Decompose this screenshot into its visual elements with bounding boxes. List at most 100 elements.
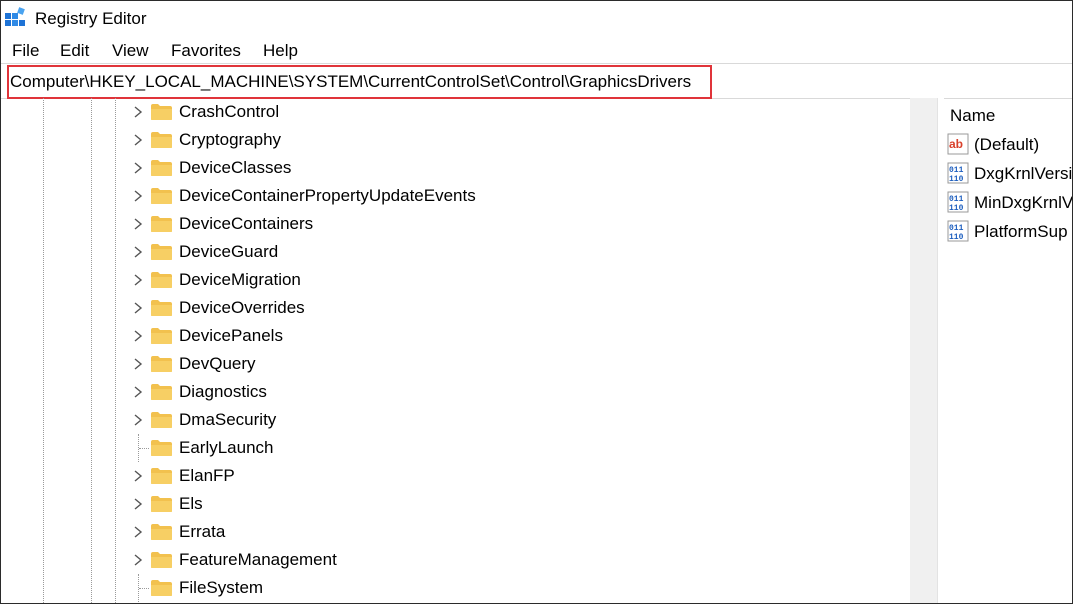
chevron-right-icon[interactable]	[132, 413, 144, 427]
folder-icon	[151, 300, 172, 316]
tree-item-label: Errata	[179, 522, 226, 541]
tree-connector-line	[139, 588, 149, 589]
tree-item[interactable]: DeviceContainers	[1, 210, 911, 238]
tree-item[interactable]: Cryptography	[1, 126, 911, 154]
tree-item-label: DeviceOverrides	[179, 298, 305, 317]
value-row[interactable]: 011 110 PlatformSup	[947, 217, 1072, 245]
folder-icon	[151, 496, 172, 512]
menu-favorites[interactable]: Favorites	[171, 41, 241, 61]
chevron-right-icon[interactable]	[132, 469, 144, 483]
tree-item[interactable]: DmaSecurity	[1, 406, 911, 434]
registry-editor-icon	[5, 7, 25, 26]
chevron-right-icon[interactable]	[132, 357, 144, 371]
folder-icon	[151, 272, 172, 288]
tree-item-label: Diagnostics	[179, 382, 267, 401]
column-header-name[interactable]: Name	[950, 106, 995, 126]
tree-item[interactable]: DevQuery	[1, 350, 911, 378]
folder-icon	[151, 524, 172, 540]
registry-editor-window: Registry Editor File Edit View Favorites…	[0, 0, 1073, 604]
svg-text:ab: ab	[949, 137, 963, 151]
folder-icon	[151, 412, 172, 428]
folder-icon	[151, 552, 172, 568]
tree-scrollbar[interactable]	[910, 98, 937, 603]
chevron-right-icon[interactable]	[132, 217, 144, 231]
menu-bar: File Edit View Favorites Help	[1, 39, 1072, 63]
title-bar[interactable]: Registry Editor	[1, 1, 1072, 37]
tree-item[interactable]: DeviceMigration	[1, 266, 911, 294]
svg-text:011: 011	[949, 166, 964, 175]
tree-item[interactable]: DeviceGuard	[1, 238, 911, 266]
value-name: DxgKrnlVersi	[974, 164, 1072, 183]
tree-item-label: DeviceContainerPropertyUpdateEvents	[179, 186, 476, 205]
chevron-right-icon[interactable]	[132, 133, 144, 147]
tree-item-label: FeatureManagement	[179, 550, 337, 569]
tree-item-label: DmaSecurity	[179, 410, 277, 429]
tree-item[interactable]: FileSystem	[1, 574, 911, 602]
folder-icon	[151, 244, 172, 260]
folder-icon	[151, 104, 172, 120]
svg-text:110: 110	[949, 204, 964, 213]
chevron-right-icon[interactable]	[132, 329, 144, 343]
tree-item-label: EarlyLaunch	[179, 438, 274, 457]
chevron-right-icon[interactable]	[132, 105, 144, 119]
folder-icon	[151, 580, 172, 596]
tree-item[interactable]: DeviceClasses	[1, 154, 911, 182]
tree-item-label: ElanFP	[179, 466, 235, 485]
svg-text:011: 011	[949, 195, 964, 204]
tree-item[interactable]: DeviceContainerPropertyUpdateEvents	[1, 182, 911, 210]
tree-item[interactable]: DeviceOverrides	[1, 294, 911, 322]
binary-value-icon: 011110	[947, 162, 969, 184]
chevron-right-icon[interactable]	[132, 273, 144, 287]
tree-item-label: DeviceGuard	[179, 242, 279, 261]
value-row[interactable]: ab (Default)	[947, 130, 1072, 158]
folder-icon	[151, 468, 172, 484]
tree-item[interactable]: Errata	[1, 518, 911, 546]
address-highlight-box	[7, 65, 712, 99]
svg-text:110: 110	[949, 233, 964, 242]
value-name: PlatformSup	[974, 222, 1068, 241]
folder-icon	[151, 356, 172, 372]
key-tree[interactable]: CrashControl Cryptography DeviceClasses Dev…	[1, 98, 937, 603]
chevron-right-icon[interactable]	[132, 301, 144, 315]
chevron-right-icon[interactable]	[132, 525, 144, 539]
folder-icon	[151, 188, 172, 204]
tree-item[interactable]: Els	[1, 490, 911, 518]
tree-item[interactable]: Diagnostics	[1, 378, 911, 406]
value-row[interactable]: 011 110 MinDxgKrnlV	[947, 188, 1072, 216]
menu-edit[interactable]: Edit	[60, 41, 89, 61]
tree-item-label: CrashControl	[179, 102, 280, 121]
menu-view[interactable]: View	[112, 41, 149, 61]
tree-item[interactable]: CrashControl	[1, 98, 911, 126]
chevron-right-icon[interactable]	[132, 245, 144, 259]
binary-value-icon: 011110	[947, 191, 969, 213]
menu-file[interactable]: File	[12, 41, 39, 61]
folder-icon	[151, 440, 172, 456]
tree-item[interactable]: ElanFP	[1, 462, 911, 490]
folder-icon	[151, 216, 172, 232]
folder-icon	[151, 160, 172, 176]
chevron-right-icon[interactable]	[132, 385, 144, 399]
chevron-right-icon[interactable]	[132, 161, 144, 175]
value-name: MinDxgKrnlV	[974, 193, 1072, 212]
tree-item-label: Els	[179, 494, 203, 513]
tree-item[interactable]: FeatureManagement	[1, 546, 911, 574]
tree-item-label: Cryptography	[179, 130, 282, 149]
menu-help[interactable]: Help	[263, 41, 298, 61]
chevron-right-icon[interactable]	[132, 189, 144, 203]
string-value-icon: ab	[947, 133, 969, 155]
tree-item[interactable]: EarlyLaunch	[1, 434, 911, 462]
tree-item-label: DeviceMigration	[179, 270, 301, 289]
chevron-right-icon[interactable]	[132, 497, 144, 511]
folder-icon	[151, 132, 172, 148]
tree-item-label: DevicePanels	[179, 326, 283, 345]
values-pane: Name ab (Default) 011 110 DxgKrnlVersi 011 110…	[943, 98, 1072, 603]
tree-item-label: DeviceContainers	[179, 214, 314, 233]
chevron-right-icon[interactable]	[132, 553, 144, 567]
binary-value-icon: 011110	[947, 220, 969, 242]
value-row[interactable]: 011 110 DxgKrnlVersi	[947, 159, 1072, 187]
svg-text:011: 011	[949, 224, 964, 233]
tree-item[interactable]: DevicePanels	[1, 322, 911, 350]
tree-item-label: DevQuery	[179, 354, 256, 373]
folder-icon	[151, 384, 172, 400]
tree-connector-line	[139, 448, 149, 449]
